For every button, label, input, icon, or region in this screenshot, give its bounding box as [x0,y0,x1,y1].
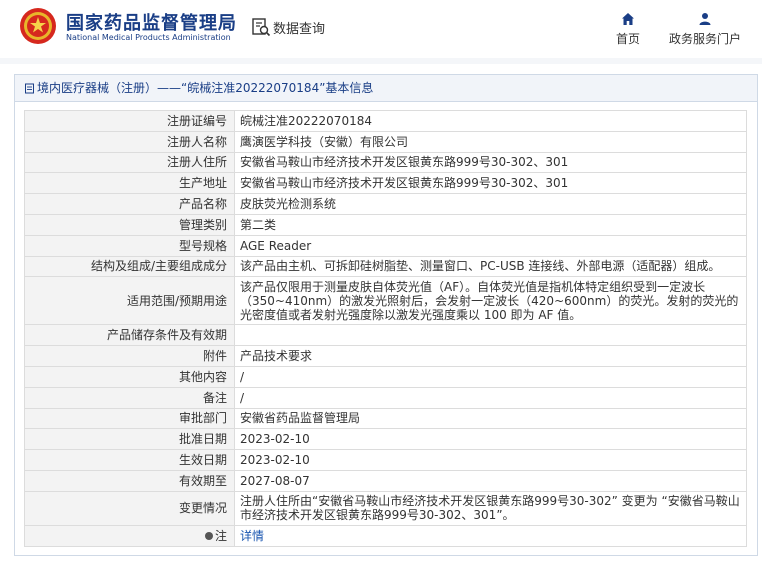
table-row: 生效日期 2023-02-10 [24,449,747,471]
field-label: 注 [24,524,235,547]
field-value: 皮肤荧光检测系统 [234,193,747,215]
field-label: 注册证编号 [24,110,235,132]
field-value: 皖械注准20222070184 [234,110,747,132]
table-row: 注册证编号 皖械注准20222070184 [24,110,747,132]
table-row: 生产地址 安徽省马鞍山市经济技术开发区银黄东路999号30-302、301 [24,172,747,195]
table-row: 管理类别 第二类 [24,213,747,236]
note-icon [204,532,213,541]
field-value: 该产品由主机、可拆卸硅树脂垫、测量窗口、PC-USB 连接线、外部电源（适配器）… [234,255,747,278]
table-row: 批准日期 2023-02-10 [24,428,747,451]
field-label: 其他内容 [24,365,235,388]
table-row: 有效期至 2027-08-07 [24,469,747,492]
detail-panel: 境内医疗器械（注册）——“皖械注准20222070184”基本信息 注册证编号皖… [14,74,758,556]
home-icon [622,13,634,25]
field-label: 注册人住所 [24,151,235,174]
field-value: / [234,386,747,409]
data-query-icon [252,18,271,37]
field-value: 安徽省马鞍山市经济技术开发区银黄东路999号30-302、301 [234,172,747,195]
table-row: 备注 / [24,386,747,409]
field-value: 鹰演医学科技（安徽）有限公司 [234,130,747,153]
table-row: 型号规格 AGE Reader [24,234,747,257]
field-value: 注册人住所由“安徽省马鞍山市经济技术开发区银黄东路999号30-302” 变更为… [234,490,747,526]
nav-service-portal-label: 政务服务门户 [668,32,741,46]
table-row: 产品名称 皮肤荧光检测系统 [24,193,747,215]
info-table: 注册证编号 皖械注准20222070184 注册人名称 鹰演医学科技（安徽）有限公司… [24,110,747,547]
nav-home[interactable]: 首页 [611,12,645,47]
table-row: 注 详情 [24,524,747,547]
field-value: 产品技术要求 [234,345,747,367]
field-value: 第二类 [234,213,747,236]
field-label: 生产地址 [24,172,235,195]
site-header: 国家药品监督管理局 National Medical Products Admi… [0,0,762,58]
emblem-logo-icon [20,8,56,44]
table-row: 变更情况 注册人住所由“安徽省马鞍山市经济技术开发区银黄东路999号30-302”… [24,490,747,526]
field-label: 注册人名称 [24,130,235,153]
field-label: 产品储存条件及有效期 [24,324,235,347]
field-label: 结构及组成/主要组成成分 [24,255,235,278]
field-label: 审批部门 [24,407,235,430]
table-row: 注册人名称 鹰演医学科技（安徽）有限公司 [24,130,747,153]
table-row: 注册人住所 安徽省马鞍山市经济技术开发区银黄东路999号30-302、301 [24,151,747,174]
field-value: / [234,365,747,388]
agency-name-cn[interactable]: 国家药品监督管理局 [66,9,237,35]
field-label: 适用范围/预期用途 [24,276,235,326]
field-label: 备注 [24,386,235,409]
data-query-link[interactable]: 数据查询 [251,16,325,38]
field-value: AGE Reader [234,234,747,257]
details-link[interactable]: 详情 [240,529,264,543]
field-label: 型号规格 [24,234,235,257]
data-query-label: 数据查询 [273,21,326,37]
field-value [234,324,747,347]
field-value: 安徽省药品监督管理局 [234,407,747,430]
table-row: 审批部门 安徽省药品监督管理局 [24,407,747,430]
header-divider [0,58,762,64]
field-label: 变更情况 [24,490,235,526]
field-label: 附件 [24,345,235,367]
field-value: 2023-02-10 [234,428,747,451]
field-label: 批准日期 [24,428,235,451]
table-row: 适用范围/预期用途 该产品仅限用于测量皮肤自体荧光值（AF）。自体荧光值是指机体特… [24,276,747,326]
field-label: 管理类别 [24,213,235,236]
field-value: 安徽省马鞍山市经济技术开发区银黄东路999号30-302、301 [234,151,747,174]
nav-home-label: 首页 [615,32,640,46]
breadcrumb-text: 境内医疗器械（注册）——“皖械注准20222070184”基本信息 [37,81,374,95]
field-value: 2027-08-07 [234,469,747,492]
document-icon [25,83,34,93]
table-row: 结构及组成/主要组成成分 该产品由主机、可拆卸硅树脂垫、测量窗口、PC-USB 连… [24,255,747,278]
field-label: 产品名称 [24,193,235,215]
field-value: 2023-02-10 [234,449,747,471]
table-row: 附件 产品技术要求 [24,345,747,367]
nav-service-portal[interactable]: 政务服务门户 [663,12,747,47]
field-label: 生效日期 [24,449,235,471]
field-label: 有效期至 [24,469,235,492]
field-value: 该产品仅限用于测量皮肤自体荧光值（AF）。自体荧光值是指机体特定组织受到一定波长… [234,276,747,326]
table-row: 其他内容 / [24,365,747,388]
user-icon [699,13,711,25]
breadcrumb: 境内医疗器械（注册）——“皖械注准20222070184”基本信息 [15,75,757,102]
note-label: 注 [214,528,227,543]
agency-name-en[interactable]: National Medical Products Administration [66,33,231,42]
table-row: 产品储存条件及有效期 [24,324,747,347]
field-value: 详情 [234,524,747,547]
